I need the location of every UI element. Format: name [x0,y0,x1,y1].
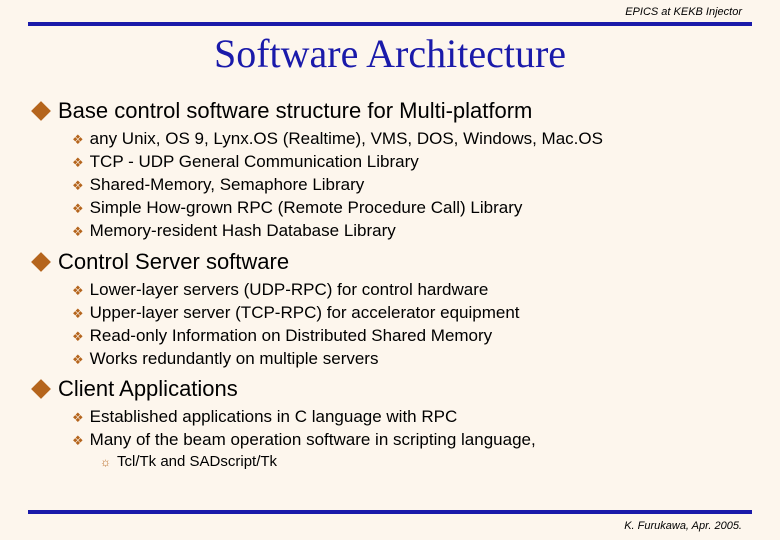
diamond-icon [31,252,51,272]
list-item: ❖ Shared-Memory, Semaphore Library [72,174,750,197]
section-2: Client Applications ❖ Established applica… [34,376,750,472]
sub-list: ❖ Established applications in C language … [72,406,750,472]
content-area: Base control software structure for Mult… [34,98,750,479]
heart-icon: ❖ [72,154,84,172]
diamond-icon [31,380,51,400]
list-item: ❖ TCP - UDP General Communication Library [72,151,750,174]
item-text: Upper-layer server (TCP-RPC) for acceler… [90,302,520,325]
list-item: ❖ Lower-layer servers (UDP-RPC) for contr… [72,279,750,302]
item-text: Works redundantly on multiple servers [90,348,379,371]
item-text: Memory-resident Hash Database Library [90,220,396,243]
top-rule [28,22,752,26]
list-item: ❖ Simple How-grown RPC (Remote Procedure … [72,197,750,220]
heart-icon: ❖ [72,200,84,218]
heart-icon: ❖ [72,305,84,323]
item-text: TCP - UDP General Communication Library [90,151,419,174]
item-text: Read-only Information on Distributed Sha… [90,325,493,348]
list-item: ❖ Many of the beam operation software in … [72,429,750,452]
section-head: Client Applications [34,376,750,402]
section-title: Client Applications [58,376,238,402]
footer-text: K. Furukawa, Apr. 2005. [624,520,742,532]
diamond-icon [31,101,51,121]
subsub-text: Tcl/Tk and SADscript/Tk [117,452,277,472]
sun-icon: ☼ [100,454,111,470]
section-head: Base control software structure for Mult… [34,98,750,124]
heart-icon: ❖ [72,409,84,427]
list-item: ❖ Read-only Information on Distributed Sh… [72,325,750,348]
item-text: Established applications in C language w… [90,406,458,429]
heart-icon: ❖ [72,432,84,450]
heart-icon: ❖ [72,351,84,369]
subsub-list: ☼ Tcl/Tk and SADscript/Tk [100,452,750,472]
sub-list: ❖ Lower-layer servers (UDP-RPC) for contr… [72,279,750,371]
section-0: Base control software structure for Mult… [34,98,750,243]
list-item: ❖ Memory-resident Hash Database Library [72,220,750,243]
header-text: EPICS at KEKB Injector [625,6,742,18]
section-title: Control Server software [58,249,289,275]
heart-icon: ❖ [72,177,84,195]
sub-list: ❖ any Unix, OS 9, Lynx.OS (Realtime), VMS… [72,128,750,243]
item-text: Shared-Memory, Semaphore Library [90,174,365,197]
item-text: Many of the beam operation software in s… [90,429,536,452]
item-text: any Unix, OS 9, Lynx.OS (Realtime), VMS,… [90,128,603,151]
item-text: Simple How-grown RPC (Remote Procedure C… [90,197,523,220]
list-item: ❖ Works redundantly on multiple servers [72,348,750,371]
bottom-rule [28,510,752,514]
section-1: Control Server software ❖ Lower-layer ser… [34,249,750,371]
heart-icon: ❖ [72,328,84,346]
list-item: ❖ Upper-layer server (TCP-RPC) for accele… [72,302,750,325]
slide-title: Software Architecture [0,30,780,77]
heart-icon: ❖ [72,282,84,300]
section-head: Control Server software [34,249,750,275]
subsub-item: ☼ Tcl/Tk and SADscript/Tk [100,452,750,472]
item-text: Lower-layer servers (UDP-RPC) for contro… [90,279,489,302]
list-item: ❖ Established applications in C language … [72,406,750,429]
heart-icon: ❖ [72,223,84,241]
section-title: Base control software structure for Mult… [58,98,532,124]
heart-icon: ❖ [72,131,84,149]
list-item: ❖ any Unix, OS 9, Lynx.OS (Realtime), VMS… [72,128,750,151]
